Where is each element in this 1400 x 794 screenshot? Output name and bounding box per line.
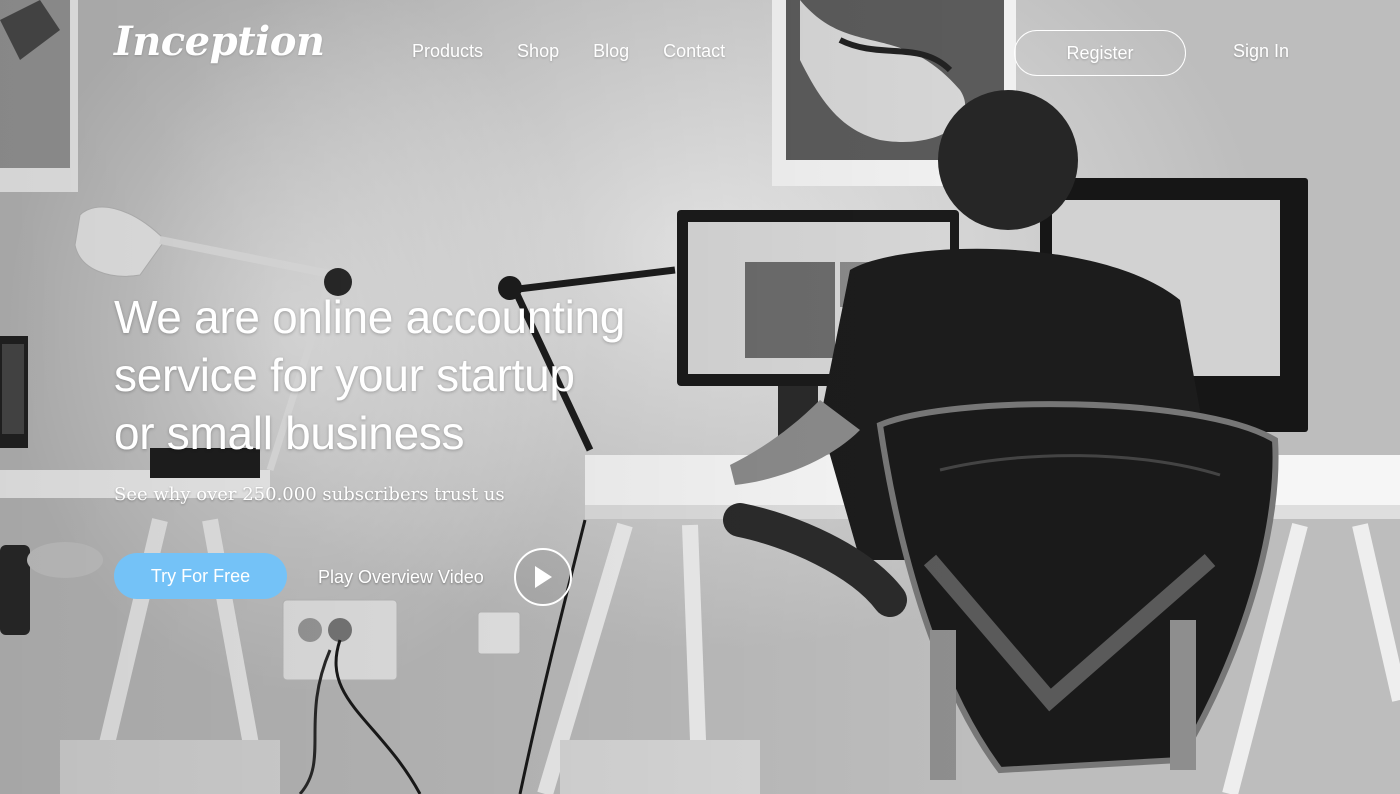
play-video-button[interactable] xyxy=(514,548,572,606)
site-header: Inception Products Shop Blog Contact Reg… xyxy=(0,0,1400,100)
nav-item-blog[interactable]: Blog xyxy=(593,40,629,62)
sign-in-link[interactable]: Sign In xyxy=(1233,40,1289,62)
register-button[interactable]: Register xyxy=(1014,30,1186,76)
nav-item-shop[interactable]: Shop xyxy=(517,40,559,62)
main-nav: Products Shop Blog Contact xyxy=(412,40,725,62)
nav-item-products[interactable]: Products xyxy=(412,40,483,62)
headline-line-1: We are online accounting xyxy=(114,291,626,343)
hero-subheading: See why over 250.000 subscribers trust u… xyxy=(114,484,505,505)
nav-item-contact[interactable]: Contact xyxy=(663,40,725,62)
play-overview-video-link[interactable]: Play Overview Video xyxy=(318,566,484,588)
play-icon xyxy=(535,566,552,588)
headline-line-2: service for your startup xyxy=(114,349,575,401)
try-for-free-button[interactable]: Try For Free xyxy=(114,553,287,599)
hero-headline: We are online accounting service for you… xyxy=(114,288,714,462)
headline-line-3: or small business xyxy=(114,407,465,459)
brand-logo[interactable]: Inception xyxy=(114,18,325,65)
